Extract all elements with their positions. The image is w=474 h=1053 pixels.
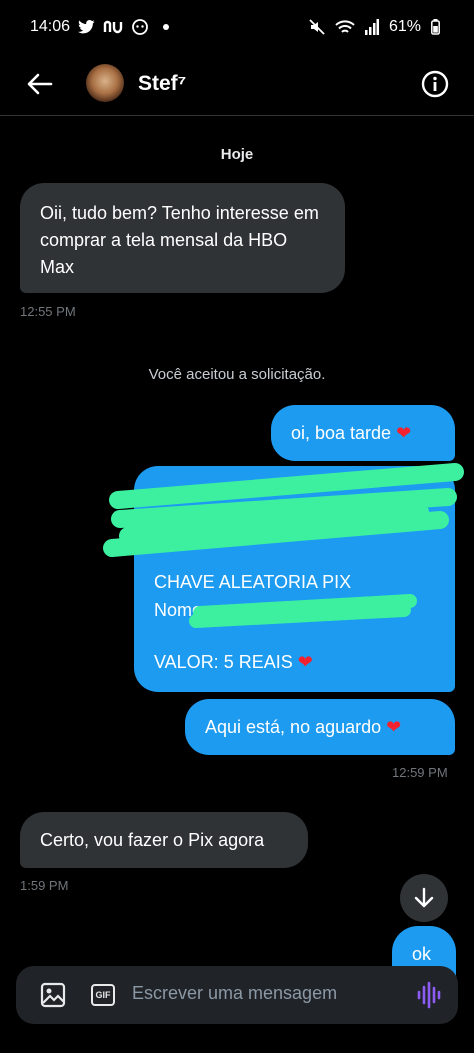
- message-text: Oii, tudo bem? Tenho interesse em compra…: [40, 203, 319, 277]
- outgoing-message[interactable]: Aqui está, no aguardo ❤: [185, 699, 455, 755]
- message-text: oi, boa tarde: [291, 423, 392, 443]
- chat-app-icon: [132, 19, 148, 35]
- mute-icon: [309, 19, 325, 35]
- heart-emoji-icon: ❤: [297, 652, 313, 672]
- status-left: 14:06: [30, 18, 170, 36]
- info-icon[interactable]: [421, 70, 449, 98]
- outgoing-message[interactable]: oi, boa tarde ❤: [271, 405, 455, 461]
- message-text: Certo, vou fazer o Pix agora: [40, 830, 265, 850]
- pix-value-text: VALOR: 5 REAIS: [154, 652, 293, 672]
- message-text: Aqui está, no aguardo: [205, 717, 382, 737]
- image-icon[interactable]: [40, 982, 66, 1008]
- pix-name-label: Nome: [154, 600, 203, 620]
- pix-value: VALOR: 5 REAIS ❤: [154, 649, 313, 676]
- battery-level: 61%: [388, 18, 421, 35]
- conversation-header: Stef⁷: [0, 54, 474, 116]
- signal-icon: [364, 19, 379, 35]
- twitter-bird-icon: [78, 20, 95, 34]
- message-composer: GIF: [16, 966, 458, 1024]
- voice-message-icon[interactable]: [416, 981, 442, 1009]
- status-right: 61%: [309, 18, 440, 36]
- notification-dot-icon: [163, 24, 170, 30]
- heart-emoji-icon: ❤: [396, 423, 412, 443]
- request-accepted-note: Você aceitou a solicitação.: [148, 366, 326, 383]
- pix-key-label: CHAVE ALEATORIA PIX: [154, 572, 352, 592]
- message-timestamp: 12:59 PM: [392, 765, 448, 780]
- status-bar: 14:06 61%: [0, 0, 474, 54]
- message-timestamp: 1:59 PM: [20, 878, 69, 893]
- heart-emoji-icon: ❤: [386, 717, 402, 737]
- day-divider: Hoje: [220, 146, 254, 163]
- message-text: ok: [412, 944, 432, 964]
- contact-name[interactable]: Stef⁷: [138, 72, 186, 96]
- status-time: 14:06: [30, 18, 71, 35]
- gif-button[interactable]: GIF: [91, 984, 115, 1006]
- battery-icon: [431, 19, 440, 35]
- back-arrow-icon[interactable]: [26, 70, 54, 98]
- scroll-to-bottom-button[interactable]: [400, 874, 448, 922]
- message-timestamp: 12:55 PM: [20, 304, 76, 319]
- outgoing-pix-message[interactable]: CHAVE ALEATORIA PIX Nome VALOR: 5 REAIS …: [134, 466, 455, 692]
- gif-label: GIF: [95, 990, 111, 1000]
- wifi-icon: [335, 20, 355, 33]
- arrow-down-icon: [414, 887, 434, 908]
- incoming-message[interactable]: Oii, tudo bem? Tenho interesse em compra…: [20, 183, 345, 293]
- nubank-icon: [103, 20, 123, 34]
- incoming-message[interactable]: Certo, vou fazer o Pix agora: [20, 812, 308, 868]
- message-input[interactable]: [132, 983, 402, 1004]
- contact-avatar[interactable]: [86, 64, 124, 102]
